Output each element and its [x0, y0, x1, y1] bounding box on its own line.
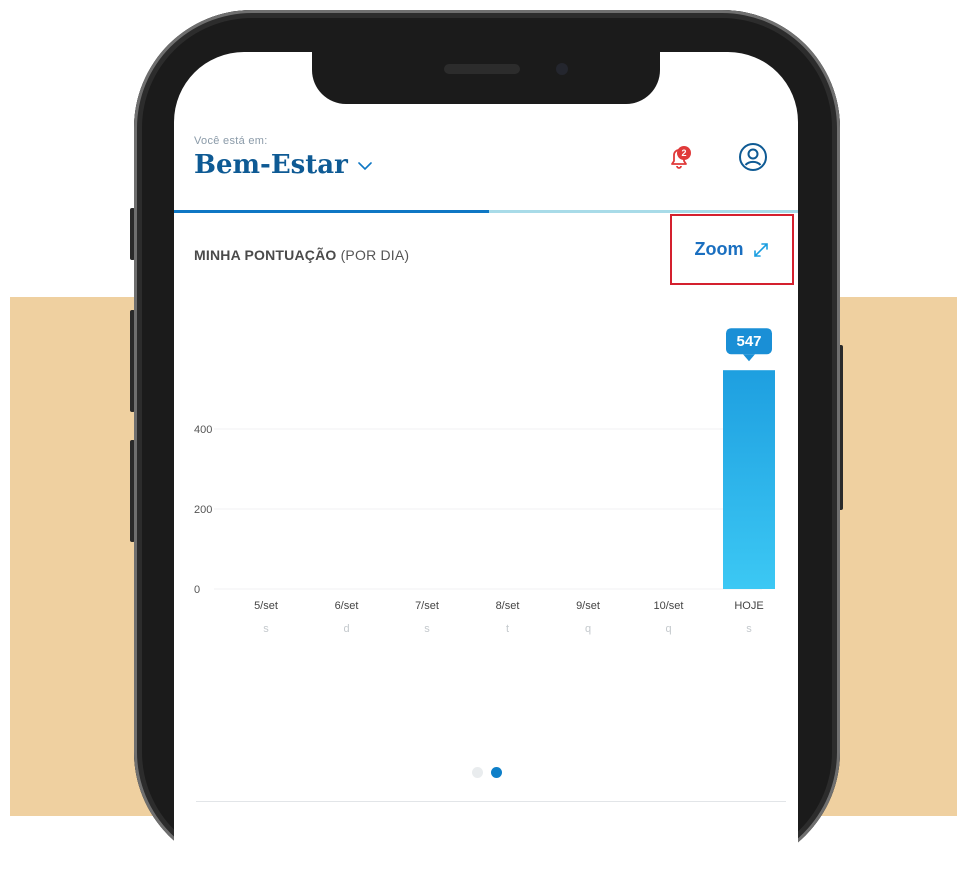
expand-icon [753, 242, 768, 257]
x-tick-label: HOJE [734, 600, 763, 612]
weekday-label: s [263, 623, 269, 635]
notification-badge: 2 [677, 146, 691, 160]
y-tick-label: 200 [194, 504, 212, 516]
section-selector[interactable]: Bem-Estar [194, 150, 372, 180]
chart-title-suffix: (POR DIA) [336, 247, 410, 263]
location-subtitle: Você está em: [194, 135, 268, 144]
profile-button[interactable] [736, 140, 770, 174]
page-dot-active[interactable] [491, 767, 502, 778]
weekday-label: s [424, 623, 430, 635]
page-indicator [472, 767, 502, 778]
tab-bar [174, 210, 798, 213]
x-tick-label: 9/set [576, 600, 600, 612]
x-tick-label: 6/set [335, 600, 359, 612]
zoom-button[interactable]: Zoom [670, 214, 794, 285]
weekday-label: t [506, 623, 509, 635]
x-tick-label: 8/set [496, 600, 520, 612]
page-dot[interactable] [472, 767, 483, 778]
bar[interactable] [723, 370, 775, 589]
phone-notch [312, 52, 660, 104]
user-icon [739, 143, 767, 171]
chart-title-main: MINHA PONTUAÇÃO [194, 247, 337, 263]
weekday-label: q [665, 623, 671, 635]
section-name: Bem-Estar [194, 150, 348, 180]
phone-screen: Você está em: Bem-Estar 2 MINHA PONTUAÇÃ… [174, 52, 798, 872]
weekday-label: q [585, 623, 591, 635]
score-bar-chart: 0 200 400 5/set s 6/set d 7/set s 8/set t 9/set q 10/… [194, 328, 775, 635]
y-tick-label: 400 [194, 424, 212, 436]
speaker-grille [444, 64, 520, 74]
y-tick-label: 0 [194, 584, 200, 596]
camera [556, 63, 568, 75]
chart-title: MINHA PONTUAÇÃO (POR DIA) [194, 247, 409, 263]
value-label: 547 [736, 333, 761, 350]
notifications-button[interactable]: 2 [662, 140, 696, 174]
chevron-down-icon [358, 158, 372, 176]
x-tick-label: 5/set [254, 600, 278, 612]
tab-indicator-active [174, 210, 489, 213]
x-tick-label: 7/set [415, 600, 439, 612]
value-label-pointer [743, 354, 755, 362]
weekday-label: s [746, 623, 752, 635]
divider [196, 801, 786, 802]
weekday-label: d [343, 623, 349, 635]
x-tick-label: 10/set [654, 600, 684, 612]
zoom-label: Zoom [694, 239, 744, 259]
